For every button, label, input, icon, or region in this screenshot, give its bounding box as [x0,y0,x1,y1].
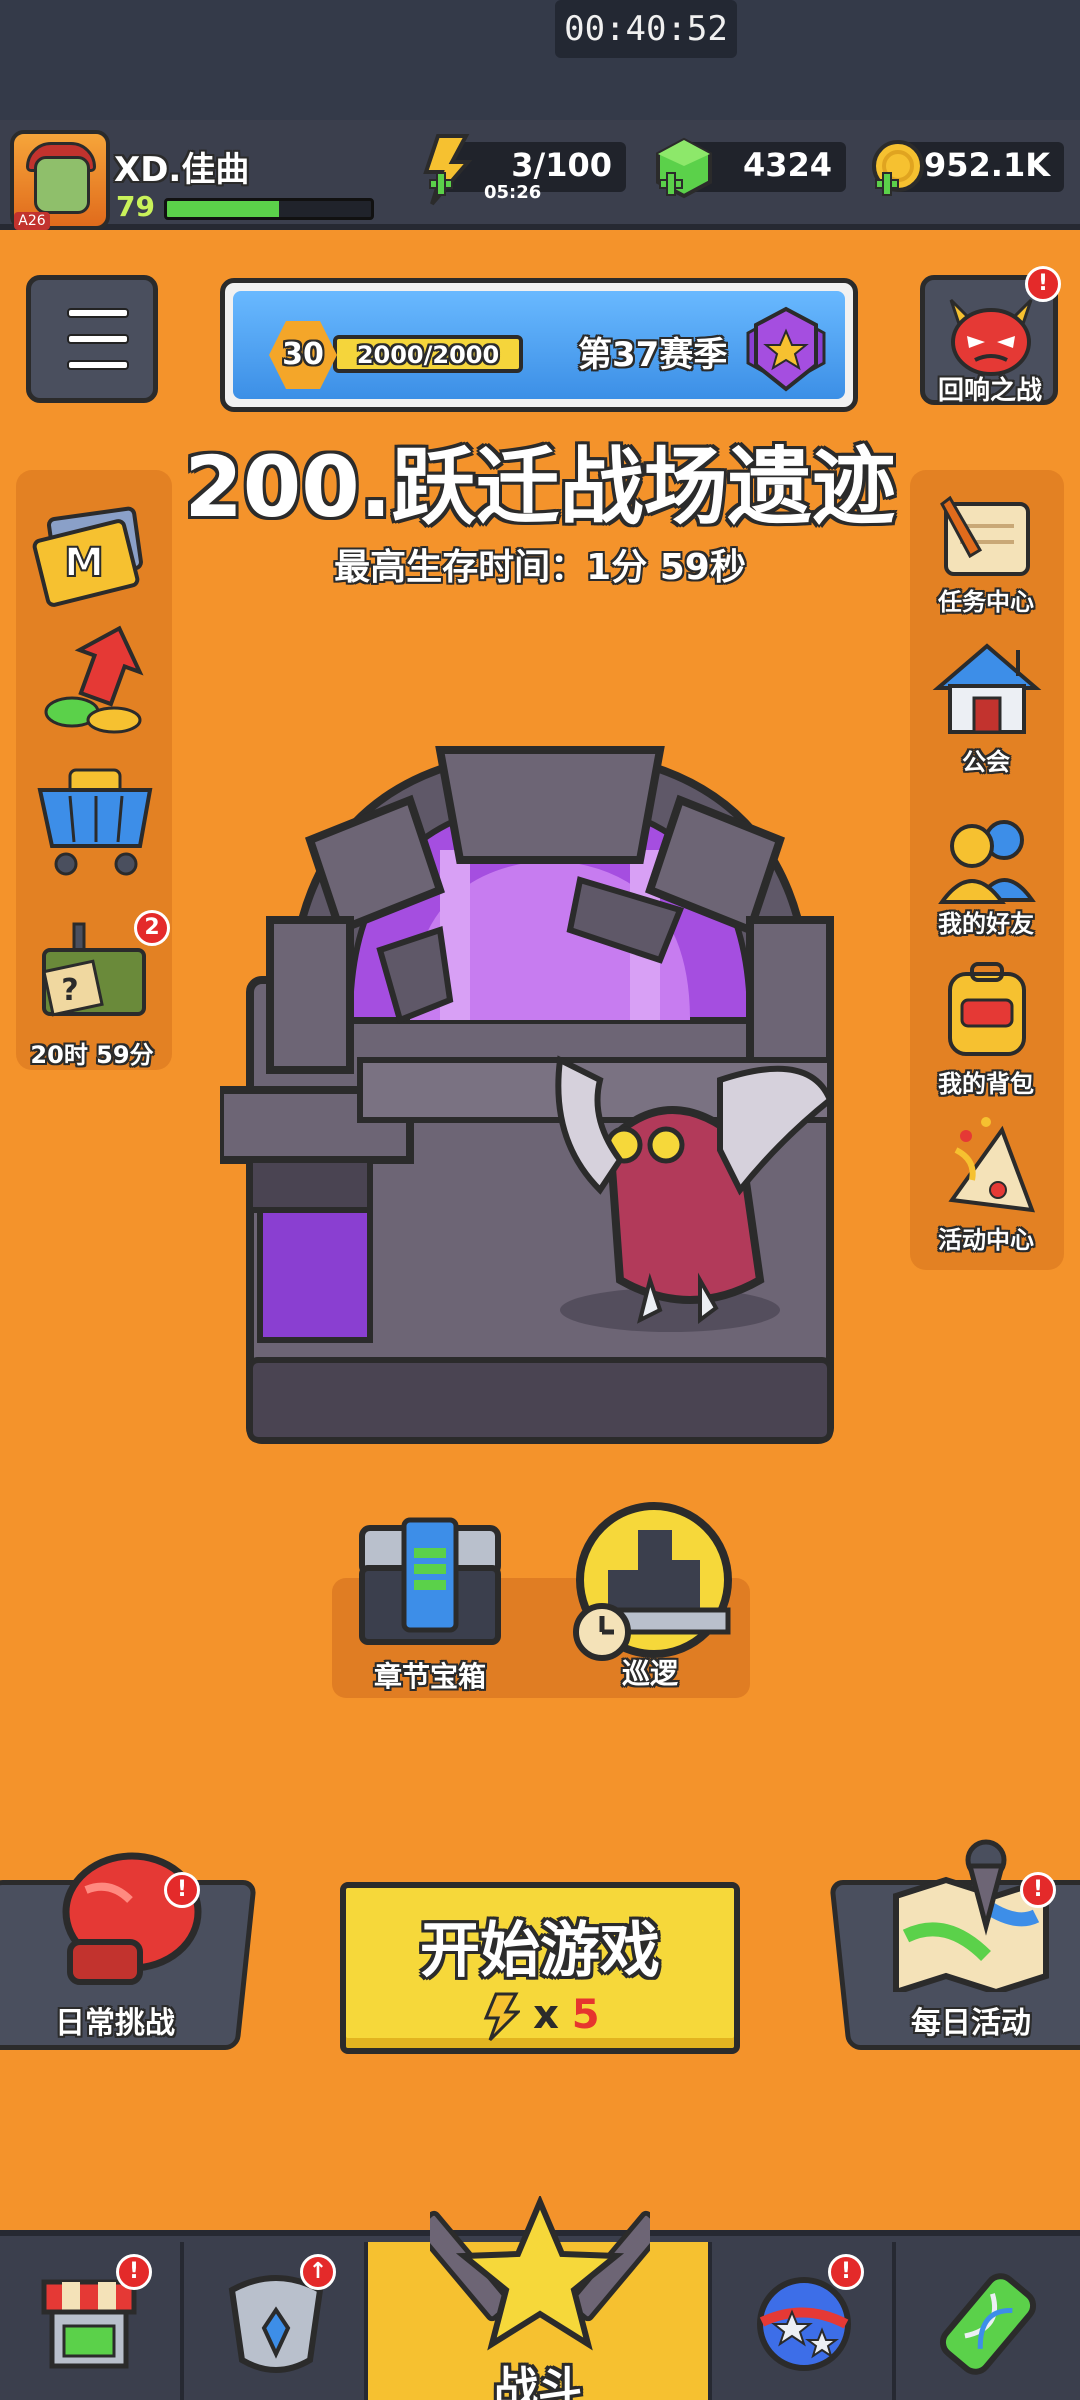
bottom-navigation: ! ↑ 战斗 ! [0,2196,1080,2400]
battle-star-swords-icon [430,2196,650,2351]
supply-crate-button[interactable]: ? 2 [34,910,170,1024]
season-banner-inner: 2000/2000 30 第37赛季 [233,291,845,399]
event-center-label: 活动中心 [938,1226,1034,1254]
season-progress-bar: 2000/2000 [333,335,523,373]
event-center-button[interactable] [932,1110,1042,1224]
player-avatar[interactable]: A26 [10,130,110,230]
status-time: 00:40:52 [555,0,737,58]
svg-text:M: M [64,540,104,586]
daily-activity-label: 每日活动 [911,2006,1031,2041]
shop-cart-button[interactable] [30,760,160,884]
task-center-label: 任务中心 [938,588,1034,616]
avatar-face [34,156,90,214]
energy-value: 3/100 [511,146,612,184]
monthly-card-button[interactable]: M [32,500,152,614]
shopping-cart-icon [37,768,153,876]
supply-crate-badge: 2 [134,910,170,946]
backpack-icon [948,962,1026,1056]
status-bar: 00:40:52 [0,0,1080,120]
player-xp-fill [167,201,280,217]
energy-bolt-icon [423,134,473,206]
boxing-glove-icon [62,1852,202,1985]
nav-tab-shop[interactable]: ! [0,2242,184,2400]
player-xp-bar [164,198,374,220]
task-center-button[interactable] [930,490,1046,590]
friends-icon [938,820,1036,904]
energy-bolt-icon [484,1992,523,2042]
patrol-icon[interactable] [568,1500,740,1670]
nav-tab-equipment[interactable]: ↑ [184,2242,368,2400]
avatar-tag: A26 [14,212,50,230]
season-rank-badge-icon [746,306,826,392]
daily-challenge-badge: ! [164,1872,200,1908]
patrol-label: 巡逻 [621,1657,678,1690]
gems-value: 4324 [742,146,832,184]
daily-activity-badge: ! [1020,1872,1056,1908]
monthly-card-icon: M [32,506,143,607]
energy-timer: 05:26 [484,182,542,203]
season-name: 第37赛季 [578,335,728,375]
friends-button[interactable] [932,810,1042,910]
dna-capsule-icon [939,2273,1037,2375]
echo-battle-label: 回响之战 [937,376,1042,406]
left-sidebar: M ? 2 20时 59分 [16,470,172,1070]
echo-battle-badge: ! [1025,266,1061,302]
menu-line [67,334,129,344]
backpack-label: 我的背包 [938,1070,1034,1098]
growth-fund-button[interactable] [36,620,156,744]
demon-face-icon [949,298,1033,376]
start-game-button[interactable]: 开始游戏 x 5 [340,1882,740,2054]
guild-button[interactable] [932,640,1042,744]
start-cost-value: 5 [571,1992,600,2038]
guild-label: 公会 [962,748,1010,776]
nav-tab-skills[interactable]: ! [712,2242,896,2400]
supply-crate-timer: 20时 59分 [30,1041,154,1069]
player-name: XD.佳曲 [114,150,250,190]
nav-battle-label: 战斗 [494,2363,582,2400]
player-level: 79 [116,190,155,223]
stage-artwork[interactable] [220,720,870,1450]
scroll-quill-icon [940,495,1030,576]
start-game-cost: x 5 [346,1992,734,2042]
coins-value: 952.1K [923,146,1050,184]
nav-skills-badge: ! [828,2254,864,2290]
daily-challenge-label: 日常挑战 [55,2006,175,2041]
season-level: 30 [282,337,324,372]
start-game-label: 开始游戏 [420,1916,660,1986]
friends-label: 我的好友 [938,910,1034,938]
season-banner[interactable]: 2000/2000 30 第37赛季 [220,278,858,412]
gem-icon [656,137,712,199]
nav-equipment-badge: ↑ [300,2254,336,2290]
season-progress-text: 2000/2000 [356,341,500,369]
menu-line [67,360,129,370]
map-pin-icon [893,1839,1049,1992]
party-popper-icon [948,1117,1036,1213]
nav-shop-badge: ! [116,2254,152,2290]
start-cost-multiplier: x [533,1992,559,2038]
menu-button[interactable] [26,275,158,403]
top-resource-bar: A26 XD.佳曲 79 3/100 05:26 4324 952.1K [0,120,1080,230]
nav-tab-evolution[interactable] [896,2242,1080,2400]
growth-arrow-icon [44,625,144,734]
right-sidebar: 任务中心 公会 我的好友 我的背包 活动中心 [910,470,1064,1270]
backpack-button[interactable] [932,960,1042,1064]
menu-line [67,308,129,318]
nav-tab-battle[interactable]: 战斗 [368,2196,712,2400]
guild-house-icon [932,643,1042,734]
coin-icon [872,140,924,196]
chapter-chest-icon[interactable] [352,1508,508,1648]
chapter-chest-label: 章节宝箱 [373,1660,486,1693]
svg-text:?: ? [61,973,78,1008]
